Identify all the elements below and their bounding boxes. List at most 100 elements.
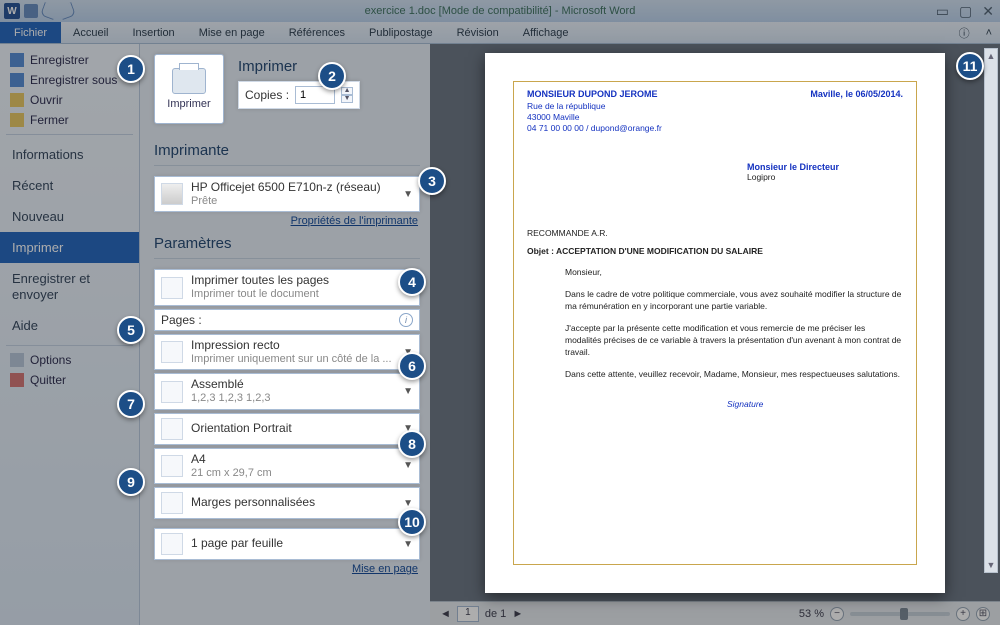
pages-label: Pages : <box>161 313 202 327</box>
window-title: exercice 1.doc [Mode de compatibilité] -… <box>365 5 636 17</box>
preview-page: MONSIEUR DUPOND JEROME Maville, le 06/05… <box>485 53 945 593</box>
doc-sender-addr1: Rue de la république <box>527 101 903 112</box>
callout-2: 2 <box>318 62 346 90</box>
callout-1: 1 <box>117 55 145 83</box>
tab-publipostage[interactable]: Publipostage <box>357 22 445 43</box>
zoom-slider[interactable] <box>850 612 950 616</box>
duplex-icon <box>161 341 183 363</box>
doc-para3: Dans cette attente, veuillez recevoir, M… <box>565 369 903 381</box>
ribbon-tabs: Fichier Accueil Insertion Mise en page R… <box>0 22 1000 44</box>
doc-date-place: Maville, le 06/05/2014. <box>810 89 903 99</box>
doc-sender-name: MONSIEUR DUPOND JEROME <box>527 89 658 99</box>
callout-9: 9 <box>117 468 145 496</box>
chevron-down-icon: ▼ <box>403 460 413 471</box>
pages-input-row: Pages : i <box>154 309 420 331</box>
setting-pages-per-sheet-dropdown[interactable]: 1 page par feuille ▼ <box>154 528 420 560</box>
settings-heading: Paramètres <box>154 235 420 252</box>
document-icon <box>161 277 183 299</box>
sidebar-item-close[interactable]: Fermer <box>0 110 139 130</box>
printer-dropdown[interactable]: HP Officejet 6500 E710n-z (réseau) Prête… <box>154 176 420 212</box>
callout-10: 10 <box>398 508 426 536</box>
copies-label: Copies : <box>245 88 289 102</box>
doc-recipient1: Monsieur le Directeur <box>747 162 903 172</box>
save-as-icon <box>10 73 24 87</box>
close-button[interactable]: ✕ <box>982 3 994 20</box>
sidebar-item-recent[interactable]: Récent <box>0 170 139 201</box>
paper-icon <box>161 455 183 477</box>
sidebar-item-quitter[interactable]: Quitter <box>0 370 139 390</box>
callout-11: 11 <box>956 52 984 80</box>
options-icon <box>10 353 24 367</box>
setting-scope-dropdown[interactable]: Imprimer toutes les pagesImprimer tout l… <box>154 269 420 305</box>
pages-input[interactable] <box>206 314 395 326</box>
scroll-up-icon[interactable]: ▲ <box>987 51 996 61</box>
setting-margins-dropdown[interactable]: Marges personnalisées ▼ <box>154 487 420 519</box>
sidebar-item-open[interactable]: Ouvrir <box>0 90 139 110</box>
page-setup-link[interactable]: Mise en page <box>154 563 418 575</box>
setting-collate-dropdown[interactable]: Assemblé1,2,3 1,2,3 1,2,3 ▼ <box>154 373 420 409</box>
callout-3: 3 <box>418 167 446 195</box>
file-tab[interactable]: Fichier <box>0 22 61 43</box>
tab-affichage[interactable]: Affichage <box>511 22 581 43</box>
zoom-out-button[interactable]: − <box>830 607 844 621</box>
collate-icon <box>161 381 183 403</box>
tab-mise-en-page[interactable]: Mise en page <box>187 22 277 43</box>
save-icon[interactable] <box>24 4 38 18</box>
doc-sender-addr2: 43000 Maville <box>527 112 903 123</box>
doc-para1: Dans le cadre de votre politique commerc… <box>565 289 903 313</box>
callout-5: 5 <box>117 316 145 344</box>
maximize-button[interactable]: ▢ <box>959 3 972 20</box>
printer-section-heading: Imprimante <box>154 142 420 159</box>
next-page-button[interactable]: ► <box>512 608 523 620</box>
exit-icon <box>10 373 24 387</box>
printer-status: Prête <box>191 195 395 208</box>
setting-duplex-dropdown[interactable]: Impression rectoImprimer uniquement sur … <box>154 334 420 370</box>
tab-references[interactable]: Références <box>277 22 357 43</box>
zoom-fit-button[interactable]: ⊞ <box>976 607 990 621</box>
copies-spinner[interactable]: ▲▼ <box>341 87 353 103</box>
sidebar-item-imprimer[interactable]: Imprimer <box>0 232 139 263</box>
chevron-down-icon: ▼ <box>403 386 413 397</box>
chevron-down-icon: ▼ <box>403 539 413 550</box>
callout-8: 8 <box>398 430 426 458</box>
printer-properties-link[interactable]: Propriétés de l'imprimante <box>154 215 418 227</box>
print-preview-area: MONSIEUR DUPOND JEROME Maville, le 06/05… <box>430 44 1000 625</box>
scroll-down-icon[interactable]: ▼ <box>987 560 996 570</box>
tab-accueil[interactable]: Accueil <box>61 22 120 43</box>
print-button-label: Imprimer <box>167 98 210 110</box>
titlebar: W exercice 1.doc [Mode de compatibilité]… <box>0 0 1000 22</box>
doc-greeting: Monsieur, <box>565 267 903 279</box>
tab-revision[interactable]: Révision <box>445 22 511 43</box>
margins-icon <box>161 492 183 514</box>
doc-para2: J'accepte par la présente cette modifica… <box>565 323 903 359</box>
print-button[interactable]: Imprimer <box>154 54 224 124</box>
current-page-box[interactable]: 1 <box>457 606 479 622</box>
printer-name: HP Officejet 6500 E710n-z (réseau) <box>191 181 395 195</box>
close-doc-icon <box>10 113 24 127</box>
pages-per-sheet-icon <box>161 533 183 555</box>
minimize-button[interactable]: ▭ <box>936 3 949 20</box>
printer-icon <box>172 68 206 94</box>
preview-scrollbar[interactable]: ▲ ▼ <box>984 48 998 573</box>
sidebar-item-informations[interactable]: Informations <box>0 139 139 170</box>
setting-paper-dropdown[interactable]: A421 cm x 29,7 cm ▼ <box>154 448 420 484</box>
redo-icon[interactable] <box>58 2 76 20</box>
save-icon <box>10 53 24 67</box>
ribbon-collapse-icon[interactable]: ˄ <box>978 22 1000 43</box>
sidebar-item-options[interactable]: Options <box>0 350 139 370</box>
callout-4: 4 <box>398 268 426 296</box>
prev-page-button[interactable]: ◄ <box>440 608 451 620</box>
callout-7: 7 <box>117 390 145 418</box>
undo-icon[interactable] <box>40 2 58 20</box>
backstage: Enregistrer Enregistrer sous Ouvrir Ferm… <box>0 44 1000 625</box>
quick-access-toolbar: W <box>0 3 74 19</box>
pages-info-icon[interactable]: i <box>399 313 413 327</box>
setting-orientation-dropdown[interactable]: Orientation Portrait ▼ <box>154 413 420 445</box>
print-panel: Imprimer Imprimer Copies : ▲▼ Imprimante <box>140 44 430 625</box>
printer-status-icon <box>161 183 183 205</box>
tab-insertion[interactable]: Insertion <box>120 22 186 43</box>
ribbon-help-icon[interactable]: ⓘ <box>951 22 978 43</box>
zoom-in-button[interactable]: + <box>956 607 970 621</box>
sidebar-item-nouveau[interactable]: Nouveau <box>0 201 139 232</box>
sidebar-item-enregistrer-envoyer[interactable]: Enregistrer et envoyer <box>0 263 139 310</box>
